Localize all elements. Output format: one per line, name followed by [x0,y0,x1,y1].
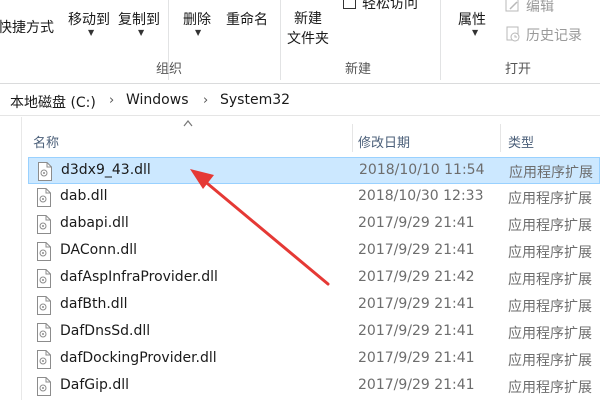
dll-file-icon [37,350,51,369]
file-type: 应用程序扩展 [508,191,592,207]
history-button[interactable]: 历史记录 [526,25,582,45]
file-type: 应用程序扩展 [508,326,592,342]
dll-file-icon [37,377,51,396]
history-icon [505,26,521,42]
edit-icon [505,0,521,14]
file-modified-date: 2017/9/29 21:41 [358,350,475,366]
ribbon: 快捷方式 移动到 ▼ 复制到 ▼ 删除 ▼ 重命名 组织 新建 文件夹 轻松访问… [0,0,600,84]
dll-file-icon [37,188,51,207]
address-bar[interactable]: 本地磁盘 (C:) › Windows › System32 [0,86,600,116]
file-type: 应用程序扩展 [508,272,592,288]
file-name: DafGip.dll [60,377,130,393]
copy-to-chevron-icon: ▼ [138,28,145,37]
file-modified-date: 2018/10/30 12:33 [358,188,484,204]
column-header-row: 名称 修改日期 类型 [22,124,600,154]
column-header-date[interactable]: 修改日期 [358,132,410,151]
file-row[interactable]: d3dx9_43.dll 2018/10/10 11:54 应用程序扩展 [28,157,600,184]
dll-file-icon [37,296,51,315]
breadcrumb-chevron-icon[interactable]: › [203,93,208,108]
move-to-button[interactable]: 移动到 [68,9,110,29]
navigation-pane[interactable] [0,117,22,400]
delete-chevron-icon: ▼ [195,28,202,37]
easy-access-button[interactable]: 轻松访问 [362,0,418,13]
file-name: DAConn.dll [60,242,138,258]
file-type: 应用程序扩展 [508,245,592,261]
file-type: 应用程序扩展 [508,353,592,369]
breadcrumb-system32[interactable]: System32 [220,92,290,108]
dll-file-icon [37,269,51,288]
breadcrumb-windows[interactable]: Windows [126,92,189,108]
file-row[interactable]: dab.dll 2018/10/30 12:33 应用程序扩展 [28,184,600,211]
dll-file-icon [37,215,51,234]
file-name: DafDnsSd.dll [60,323,151,339]
file-name: dafDockingProvider.dll [60,350,217,366]
file-row[interactable]: dabapi.dll 2017/9/29 21:41 应用程序扩展 [28,211,600,238]
file-row[interactable]: dafAspInfraProvider.dll 2017/9/29 21:42 应用… [28,265,600,292]
file-modified-date: 2017/9/29 21:41 [358,296,475,312]
new-folder-button-line2[interactable]: 文件夹 [287,28,329,48]
properties-button[interactable]: 属性 [458,9,486,29]
organize-group-label: 组织 [156,62,183,77]
file-name: d3dx9_43.dll [61,162,151,178]
dll-file-icon [38,162,52,181]
file-modified-date: 2017/9/29 21:41 [358,242,475,258]
file-name: dafBth.dll [60,296,128,312]
file-row[interactable]: DafDnsSd.dll 2017/9/29 21:41 应用程序扩展 [28,319,600,346]
open-group-label: 打开 [505,62,532,77]
file-row[interactable]: dafBth.dll 2017/9/29 21:41 应用程序扩展 [28,292,600,319]
file-modified-date: 2018/10/10 11:54 [359,162,485,178]
ribbon-clipboard-top-label [0,0,2,8]
move-to-chevron-icon: ▼ [88,28,95,37]
breadcrumb-chevron-icon[interactable]: › [109,93,114,108]
delete-button[interactable]: 删除 [183,9,211,29]
file-name: dabapi.dll [60,215,129,231]
file-modified-date: 2017/9/29 21:42 [358,269,475,285]
column-header-type[interactable]: 类型 [508,132,534,151]
new-folder-button[interactable]: 新建 [294,8,322,28]
ribbon-group-divider [440,0,441,80]
dll-file-icon [37,323,51,342]
file-type: 应用程序扩展 [509,165,593,181]
file-row[interactable]: dafDockingProvider.dll 2017/9/29 21:41 应用程… [28,346,600,373]
file-modified-date: 2017/9/29 21:41 [358,377,475,393]
paste-shortcut-button[interactable]: 快捷方式 [0,17,54,37]
column-header-name[interactable]: 名称 [33,132,59,151]
file-type: 应用程序扩展 [508,299,592,315]
file-type: 应用程序扩展 [508,218,592,234]
new-group-label: 新建 [345,62,372,77]
copy-to-button[interactable]: 复制到 [118,9,160,29]
file-row[interactable]: DafGip.dll 2017/9/29 21:41 应用程序扩展 [28,373,600,400]
file-row[interactable]: DAConn.dll 2017/9/29 21:41 应用程序扩展 [28,238,600,265]
dll-file-icon [37,242,51,261]
column-divider[interactable] [352,124,353,152]
file-name: dab.dll [60,188,108,204]
file-modified-date: 2017/9/29 21:41 [358,323,475,339]
breadcrumb-drive[interactable]: 本地磁盘 (C:) [10,92,96,112]
column-divider[interactable] [500,124,501,152]
edit-button[interactable]: 编辑 [526,0,554,16]
easy-access-checkbox[interactable] [343,0,356,9]
ribbon-group-divider [280,0,281,80]
file-modified-date: 2017/9/29 21:41 [358,215,475,231]
file-name: dafAspInfraProvider.dll [60,269,218,285]
file-type: 应用程序扩展 [508,380,592,396]
properties-chevron-icon: ▼ [472,28,479,37]
rename-button[interactable]: 重命名 [226,9,268,29]
